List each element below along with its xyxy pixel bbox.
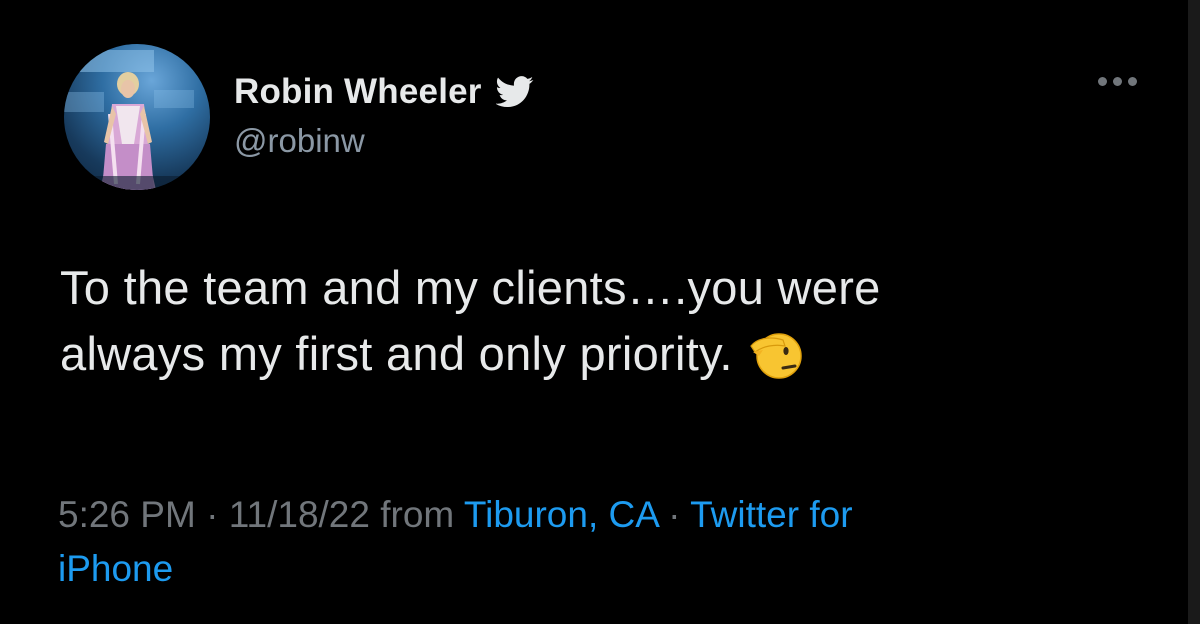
tweet-card: Robin Wheeler @robinw To the team and my… — [0, 0, 1200, 624]
location-link[interactable]: Tiburon, CA — [464, 494, 658, 535]
tweet-header: Robin Wheeler @robinw — [64, 44, 534, 190]
tweet-text-line-2: always my first and only priority. — [60, 321, 1140, 387]
separator: · — [195, 494, 229, 535]
more-options-icon[interactable] — [1098, 77, 1137, 86]
avatar-photo — [64, 50, 210, 190]
tweet-time[interactable]: 5:26 PM — [58, 494, 196, 535]
tweet-metadata: 5:26 PM · 11/18/22 from Tiburon, CA · Tw… — [58, 488, 1138, 596]
handle[interactable]: @robinw — [234, 122, 534, 160]
name-row: Robin Wheeler — [234, 72, 534, 112]
separator: · — [657, 494, 691, 535]
dot — [1098, 77, 1107, 86]
tweet-date[interactable]: 11/18/22 — [229, 494, 370, 535]
saluting-face-icon — [749, 326, 805, 382]
display-name[interactable]: Robin Wheeler — [234, 72, 482, 112]
tweet-text-line-1: To the team and my clients….you were — [60, 261, 881, 314]
tweet-text-line-2-content: always my first and only priority. — [60, 327, 733, 380]
dot — [1128, 77, 1137, 86]
author-identity: Robin Wheeler @robinw — [234, 72, 534, 160]
avatar[interactable] — [64, 44, 210, 190]
source-link-part-1[interactable]: Twitter for — [690, 494, 852, 535]
dot — [1113, 77, 1122, 86]
tweet-text: To the team and my clients….you were alw… — [60, 255, 1140, 387]
screen-edge — [1188, 0, 1200, 624]
source-link-part-2[interactable]: iPhone — [58, 548, 173, 589]
verified-bird-icon — [494, 76, 534, 108]
from-label: from — [369, 494, 464, 535]
